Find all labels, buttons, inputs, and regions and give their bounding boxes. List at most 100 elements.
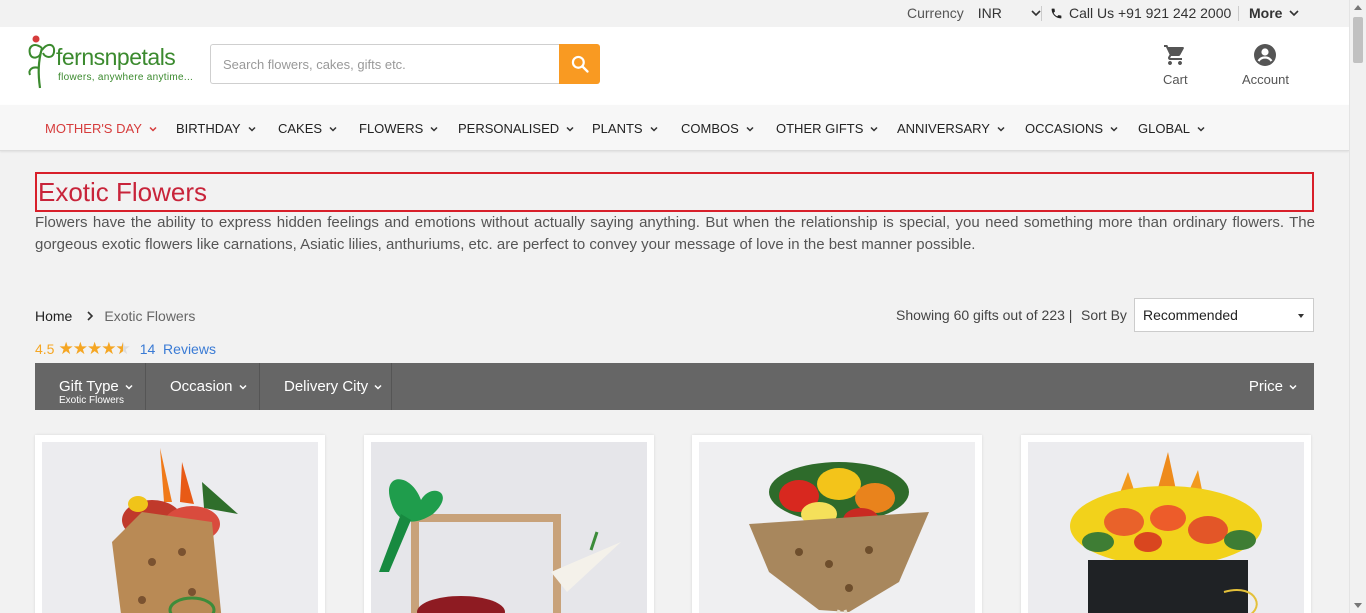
nav-item-label: OCCASIONS: [1025, 121, 1104, 136]
logo-tagline: flowers, anywhere anytime...: [58, 72, 194, 83]
filter-delivery-city[interactable]: Delivery City: [260, 363, 392, 410]
chevron-down-icon: [248, 126, 256, 132]
nav-item-occasions[interactable]: OCCASIONS: [1025, 121, 1119, 136]
nav-item-label: COMBOS: [681, 121, 739, 136]
chevron-down-icon: [1289, 384, 1297, 390]
product-image: [1028, 442, 1304, 613]
product-card[interactable]: [35, 435, 325, 613]
category-description: Flowers have the ability to express hidd…: [35, 214, 1315, 253]
nav-item-anniversary[interactable]: ANNIVERSARY: [897, 121, 1006, 136]
sort-select[interactable]: Recommended: [1134, 298, 1314, 332]
nav-item-birthday[interactable]: BIRTHDAY: [176, 121, 257, 136]
filter-price[interactable]: Price: [1249, 378, 1298, 395]
cart-icon: [1164, 45, 1185, 65]
logo-mark: [28, 35, 56, 89]
account-label: Account: [1242, 72, 1289, 87]
nav-item-flowers[interactable]: FLOWERS: [359, 121, 439, 136]
filter-label: Delivery City: [284, 378, 369, 395]
filter-label: Price: [1248, 378, 1283, 395]
chevron-down-icon: [125, 384, 133, 390]
nav-item-other-gifts[interactable]: OTHER GIFTS: [776, 121, 879, 136]
currency-value: INR: [977, 5, 1002, 21]
logo-wordmark: fernsnpetals: [56, 44, 176, 70]
product-image: [371, 442, 647, 613]
breadcrumb-home[interactable]: Home: [35, 308, 72, 324]
chevron-down-icon: [650, 126, 658, 132]
call-us-link[interactable]: Call Us +91 921 242 2000: [1050, 5, 1231, 21]
product-card[interactable]: [364, 435, 654, 613]
chevron-down-icon: [329, 126, 337, 132]
scroll-down-icon[interactable]: [1354, 603, 1362, 608]
caret-down-icon: [1298, 314, 1304, 318]
product-image: [42, 442, 318, 613]
chevron-down-icon: [374, 384, 382, 390]
logo[interactable]: fernsnpetals flowers, anywhere anytime..…: [24, 30, 194, 90]
review-count: 14: [139, 341, 156, 357]
nav-item-label: FLOWERS: [359, 121, 424, 136]
nav-item-mothers-day[interactable]: MOTHER'S DAY: [45, 121, 158, 136]
nav-item-label: PERSONALISED: [458, 121, 560, 136]
phone-icon: [1051, 8, 1062, 18]
breadcrumb: Home Exotic Flowers: [35, 308, 195, 324]
site-header: fernsnpetals flowers, anywhere anytime..…: [0, 27, 1349, 105]
chevron-down-icon: [1110, 126, 1118, 132]
account-button[interactable]: Account: [1242, 43, 1289, 87]
chevron-down-icon: [1197, 126, 1205, 132]
chevron-down-icon: [566, 126, 574, 132]
scroll-up-icon[interactable]: [1354, 5, 1362, 10]
sort-label: Sort By: [1081, 307, 1127, 323]
reviews-label: Reviews: [163, 341, 216, 357]
nav-item-label: ANNIVERSARY: [897, 121, 990, 136]
currency-label: Currency: [907, 5, 964, 21]
cart-button[interactable]: Cart: [1163, 43, 1188, 87]
product-card[interactable]: [1021, 435, 1311, 613]
chevron-down-icon: [746, 126, 754, 132]
nav-item-label: GLOBAL: [1138, 121, 1191, 136]
more-menu[interactable]: More: [1249, 5, 1300, 21]
nav-item-label: BIRTHDAY: [176, 121, 241, 136]
chevron-down-icon: [239, 384, 247, 390]
chevron-down-icon: [870, 126, 878, 132]
chevron-down-icon: [997, 126, 1005, 132]
nav-item-personalised[interactable]: PERSONALISED: [458, 121, 575, 136]
filter-bar: Gift Type Exotic Flowers Occasion Delive…: [35, 363, 1314, 410]
product-image: [699, 442, 975, 613]
reviews-link[interactable]: 14 Reviews: [140, 341, 216, 357]
rating-score: 4.5: [35, 341, 55, 357]
filter-selected-value: Exotic Flowers: [59, 395, 125, 406]
filter-gift-type[interactable]: Gift Type Exotic Flowers: [35, 363, 146, 410]
more-label: More: [1249, 5, 1283, 21]
search-input[interactable]: [210, 44, 560, 84]
nav-item-global[interactable]: GLOBAL: [1138, 121, 1206, 136]
search-icon: [571, 55, 589, 73]
chevron-down-icon: [430, 126, 438, 132]
nav-item-label: CAKES: [278, 121, 323, 136]
main-nav: MOTHER'S DAY BIRTHDAY CAKES FLOWERS PERS…: [0, 105, 1349, 151]
nav-item-label: OTHER GIFTS: [776, 121, 864, 136]
chevron-right-icon: [87, 311, 94, 321]
search-bar: [210, 44, 600, 84]
cart-label: Cart: [1163, 72, 1188, 87]
star-icon: ★★★★★★: [58, 339, 130, 358]
call-us-label: Call Us +91 921 242 2000: [1069, 5, 1232, 21]
rating-summary: 4.5 ★★★★★★ 14 Reviews: [35, 339, 216, 359]
product-card[interactable]: [692, 435, 982, 613]
filter-label: Occasion: [170, 378, 233, 395]
chevron-down-icon: [1289, 10, 1300, 17]
scrollbar-thumb[interactable]: [1353, 17, 1363, 63]
chevron-down-icon: [149, 126, 157, 132]
search-button[interactable]: [559, 44, 600, 84]
page-scrollbar[interactable]: [1349, 0, 1366, 613]
breadcrumb-current: Exotic Flowers: [104, 308, 196, 324]
page-title-box: Exotic Flowers: [35, 172, 1314, 212]
nav-item-label: PLANTS: [592, 121, 643, 136]
filter-occasion[interactable]: Occasion: [146, 363, 260, 410]
filter-label: Gift Type: [59, 378, 119, 395]
nav-item-combos[interactable]: COMBOS: [681, 121, 755, 136]
nav-item-cakes[interactable]: CAKES: [278, 121, 338, 136]
results-count: Showing 60 gifts out of 223 |: [896, 307, 1073, 323]
sort-value: Recommended: [1143, 307, 1238, 323]
nav-item-plants[interactable]: PLANTS: [592, 121, 659, 136]
nav-item-label: MOTHER'S DAY: [45, 121, 142, 136]
currency-selector[interactable]: Currency INR: [907, 5, 1042, 21]
